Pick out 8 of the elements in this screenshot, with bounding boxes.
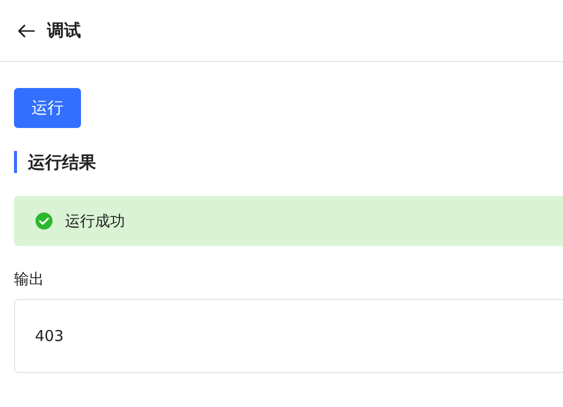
alert-message: 运行成功 [65,212,125,230]
output-value: 403 [35,327,64,345]
back-arrow-icon[interactable] [17,24,35,38]
section-title: 运行结果 [28,152,96,174]
check-circle-icon [35,212,53,230]
page-title: 调试 [47,20,81,42]
output-label: 输出 [14,270,44,289]
run-button[interactable]: 运行 [14,88,81,128]
